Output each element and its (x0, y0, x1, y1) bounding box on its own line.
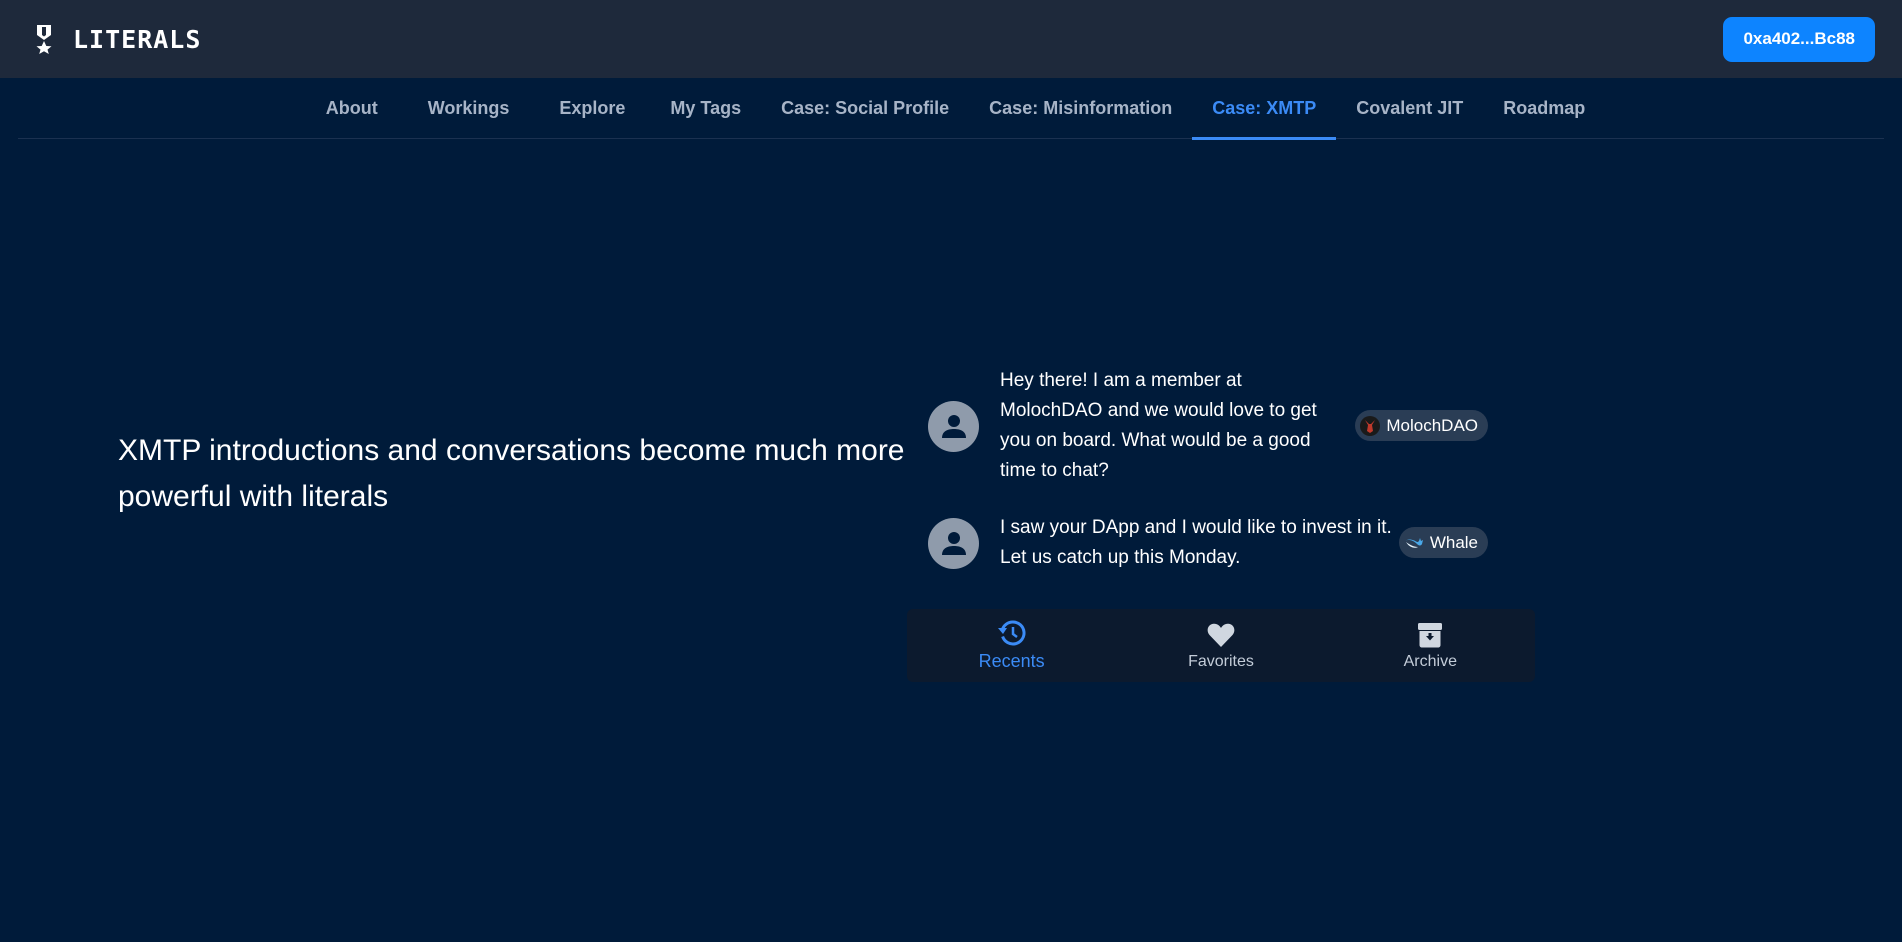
page-headline: XMTP introductions and conversations bec… (118, 434, 905, 513)
tag-label: Whale (1429, 532, 1478, 552)
tag-label: MolochDAO (1386, 415, 1478, 435)
app-title: LITERALS (73, 24, 202, 54)
archive-tab[interactable]: Archive (1330, 621, 1530, 671)
user-icon (941, 415, 966, 438)
avatar (928, 400, 979, 452)
bottom-navigation: Recents Favorites Archive (907, 609, 1535, 682)
archive-label: Archive (1403, 652, 1457, 670)
message-item[interactable]: Hey there! I am a member at MolochDAO an… (928, 365, 1488, 487)
favorites-label: Favorites (1188, 652, 1254, 670)
tab-workings[interactable]: Workings (403, 78, 535, 139)
user-icon (941, 532, 966, 555)
medal-icon (36, 25, 52, 54)
nav-tabs: About Workings Explore My Tags Case: Soc… (18, 78, 1884, 140)
tab-explore[interactable]: Explore (534, 78, 650, 139)
avatar (928, 517, 979, 569)
top-header: LITERALS 0xa402...Bc88 (0, 0, 1902, 78)
tag-badge[interactable]: MolochDAO (1355, 410, 1488, 441)
moloch-icon (1360, 415, 1381, 436)
recents-label: Recents (978, 651, 1045, 671)
brand[interactable]: LITERALS (33, 24, 201, 54)
tab-covalent-jit[interactable]: Covalent JIT (1336, 78, 1483, 139)
tag-badge[interactable]: Whale (1398, 527, 1488, 558)
tab-case-xmtp[interactable]: Case: XMTP (1192, 78, 1337, 140)
tab-my-tags[interactable]: My Tags (650, 78, 761, 139)
history-icon (997, 620, 1026, 646)
message-item[interactable]: I saw your DApp and I would like to inve… (928, 512, 1488, 574)
message-text: Hey there! I am a member at MolochDAO an… (1000, 370, 1317, 481)
message-text: I saw your DApp and I would like to inve… (1000, 517, 1392, 568)
tab-case-misinformation[interactable]: Case: Misinformation (969, 78, 1192, 139)
recents-tab[interactable]: Recents (912, 619, 1112, 672)
whale-icon (1404, 537, 1423, 548)
tab-roadmap[interactable]: Roadmap (1483, 78, 1605, 139)
favorites-tab[interactable]: Favorites (1121, 621, 1321, 671)
main-nav: About Workings Explore My Tags Case: Soc… (18, 78, 1884, 140)
heart-icon (1207, 623, 1235, 647)
tab-about[interactable]: About (301, 78, 403, 139)
archive-icon (1418, 622, 1443, 647)
wallet-address-button[interactable]: 0xa402...Bc88 (1723, 16, 1875, 62)
tab-case-social-profile[interactable]: Case: Social Profile (761, 78, 969, 139)
